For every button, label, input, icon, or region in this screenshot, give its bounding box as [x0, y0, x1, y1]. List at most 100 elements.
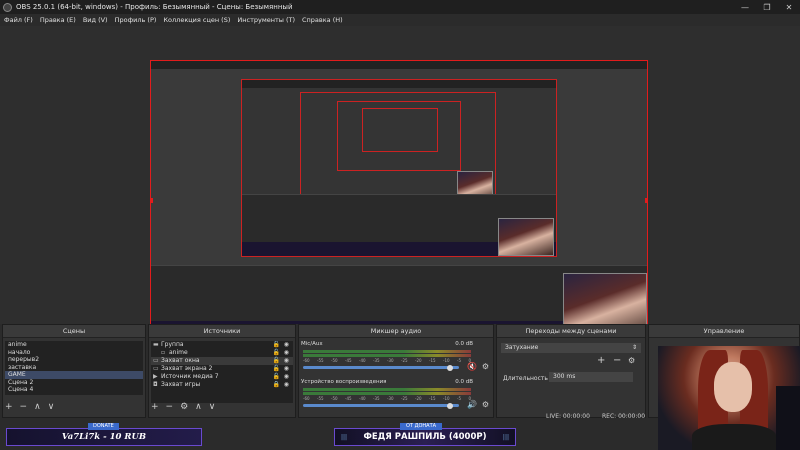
list-item[interactable]: ◘ Захват игры 🔒 ◉: [151, 381, 293, 389]
remove-source-button[interactable]: −: [166, 402, 174, 412]
add-transition-button[interactable]: +: [597, 355, 605, 366]
remove-transition-button[interactable]: −: [613, 355, 621, 366]
eye-icon[interactable]: ◉: [284, 341, 289, 349]
minimize-icon[interactable]: —: [734, 0, 756, 14]
menu-profile[interactable]: Профиль (P): [115, 16, 157, 24]
volume-meter: [303, 388, 471, 391]
chevron-updown-icon: ⇕: [631, 344, 637, 351]
webcam-overlay: [658, 346, 800, 450]
duration-input[interactable]: 300 ms: [549, 372, 633, 382]
muted-speaker-icon[interactable]: 🔇: [467, 362, 477, 371]
menu-help[interactable]: Справка (H): [302, 16, 343, 24]
add-source-button[interactable]: +: [151, 402, 159, 412]
lock-icon[interactable]: 🔓: [273, 373, 280, 381]
maximize-icon[interactable]: ❐: [756, 0, 778, 14]
track-db: 0.0 dB: [455, 341, 473, 347]
list-item[interactable]: ▶ Источник медиа 7 🔓 ◉: [151, 373, 293, 381]
menu-tools[interactable]: Инструменты (T): [237, 16, 295, 24]
volume-slider[interactable]: [303, 404, 459, 407]
list-item[interactable]: заставка: [5, 364, 143, 372]
list-item[interactable]: перерыв2: [5, 356, 143, 364]
lock-icon[interactable]: 🔓: [273, 341, 280, 349]
menu-view[interactable]: Вид (V): [83, 16, 108, 24]
list-item[interactable]: ▭ Захват окна 🔓 ◉: [151, 357, 293, 365]
track-db: 0.0 dB: [455, 379, 473, 385]
close-icon[interactable]: ✕: [778, 0, 800, 14]
transition-select[interactable]: Затухание ⇕: [501, 343, 641, 353]
eye-icon[interactable]: ◉: [284, 381, 289, 389]
resize-handle[interactable]: [645, 198, 647, 203]
window-controls: — ❐ ✕: [734, 0, 800, 14]
list-item[interactable]: ▬ Группа 🔓 ◉: [151, 341, 293, 349]
list-item[interactable]: ▭ Захват экрана 2 🔓 ◉: [151, 365, 293, 373]
equalizer-icon: |||: [502, 433, 509, 441]
live-status: LIVE: 00:00:00: [546, 413, 590, 420]
scenes-list: anime начало перерыв2 заставка GAME Сцен…: [5, 341, 143, 395]
move-up-button[interactable]: ∧: [195, 402, 202, 412]
meter-scale: -60 -55 -50 -45 -40 -35 -30 -25 -20 -15 -10 -5 0: [303, 396, 471, 401]
lock-icon[interactable]: 🔒: [273, 381, 280, 389]
gear-icon[interactable]: ⚙: [180, 402, 188, 412]
volume-slider[interactable]: [303, 366, 459, 369]
equalizer-icon: |||: [341, 433, 348, 441]
speaker-icon[interactable]: 🔊: [467, 400, 477, 409]
source-name: Группа: [161, 341, 184, 348]
move-up-button[interactable]: ∧: [34, 402, 41, 412]
meter-scale: -60 -55 -50 -45 -40 -35 -30 -25 -20 -15 -10 -5 0: [303, 358, 471, 363]
donation-text: Va7Li7k - 10 RUB: [61, 432, 147, 442]
controls-title: Управление: [649, 325, 799, 338]
transitions-title: Переходы между сценами: [497, 325, 645, 338]
menu-bar: Файл (F) Правка (E) Вид (V) Профиль (P) …: [0, 14, 800, 26]
menu-scene-collection[interactable]: Коллекция сцен (S): [163, 16, 230, 24]
lock-icon[interactable]: 🔓: [273, 357, 280, 365]
list-item-selected[interactable]: GAME: [5, 371, 143, 379]
obs-logo-icon: [3, 2, 12, 12]
add-scene-button[interactable]: +: [5, 402, 13, 412]
image-icon: ▫: [161, 349, 166, 356]
lock-icon[interactable]: 🔓: [273, 349, 280, 357]
remove-scene-button[interactable]: −: [20, 402, 28, 412]
move-down-button[interactable]: ∨: [48, 402, 55, 412]
donation-banner-center: ||| ФЕДЯ РАШПИЛЬ (4000Р) |||: [334, 428, 516, 446]
list-item[interactable]: Сцена 2: [5, 379, 143, 387]
eye-icon[interactable]: ◉: [284, 373, 289, 381]
donation-tag: ОТ ДОНАТА: [400, 423, 443, 430]
list-item[interactable]: начало: [5, 349, 143, 357]
volume-knob[interactable]: [447, 364, 453, 371]
source-name: anime: [169, 349, 188, 356]
rec-status: REC: 00:00:00: [602, 413, 646, 420]
eye-icon[interactable]: ◉: [284, 357, 289, 365]
list-item[interactable]: Сцена 4: [5, 386, 143, 394]
list-item[interactable]: anime: [5, 341, 143, 349]
sources-dock: Источники ▬ Группа 🔓 ◉ ▫ anime 🔓 ◉ ▭ Зах…: [148, 324, 296, 418]
transition-value: Затухание: [505, 344, 539, 351]
source-name: Захват игры: [161, 381, 201, 388]
sources-toolbar: + − ⚙ ∧ ∨: [151, 401, 222, 413]
program-preview[interactable]: [150, 60, 648, 340]
move-down-button[interactable]: ∨: [209, 402, 216, 412]
lock-icon[interactable]: 🔓: [273, 365, 280, 373]
obs-window: OBS 25.0.1 (64-bit, windows) - Профиль: …: [0, 0, 800, 450]
gear-icon[interactable]: ⚙: [628, 356, 635, 365]
nested-preview-1: [241, 79, 557, 257]
monitor-icon: ▭: [153, 365, 159, 372]
sources-title: Источники: [149, 325, 295, 338]
scenes-toolbar: + − ∧ ∨: [5, 401, 61, 413]
gear-icon[interactable]: ⚙: [482, 362, 489, 371]
menu-edit[interactable]: Правка (E): [40, 16, 76, 24]
menu-file[interactable]: Файл (F): [4, 16, 33, 24]
volume-meter: [303, 354, 471, 357]
play-icon: ▶: [153, 373, 158, 380]
eye-icon[interactable]: ◉: [284, 349, 289, 357]
resize-handle[interactable]: [151, 198, 153, 203]
eye-icon[interactable]: ◉: [284, 365, 289, 373]
mixer-title: Микшер аудио: [299, 325, 493, 338]
nested-menu-bar: [151, 61, 647, 69]
volume-knob[interactable]: [447, 402, 453, 409]
volume-meter: [303, 350, 471, 353]
window-icon: ▭: [153, 357, 159, 364]
scenes-title: Сцены: [3, 325, 145, 338]
gear-icon[interactable]: ⚙: [482, 400, 489, 409]
source-name: Источник медиа 7: [161, 373, 219, 380]
list-item[interactable]: ▫ anime 🔓 ◉: [151, 349, 293, 357]
